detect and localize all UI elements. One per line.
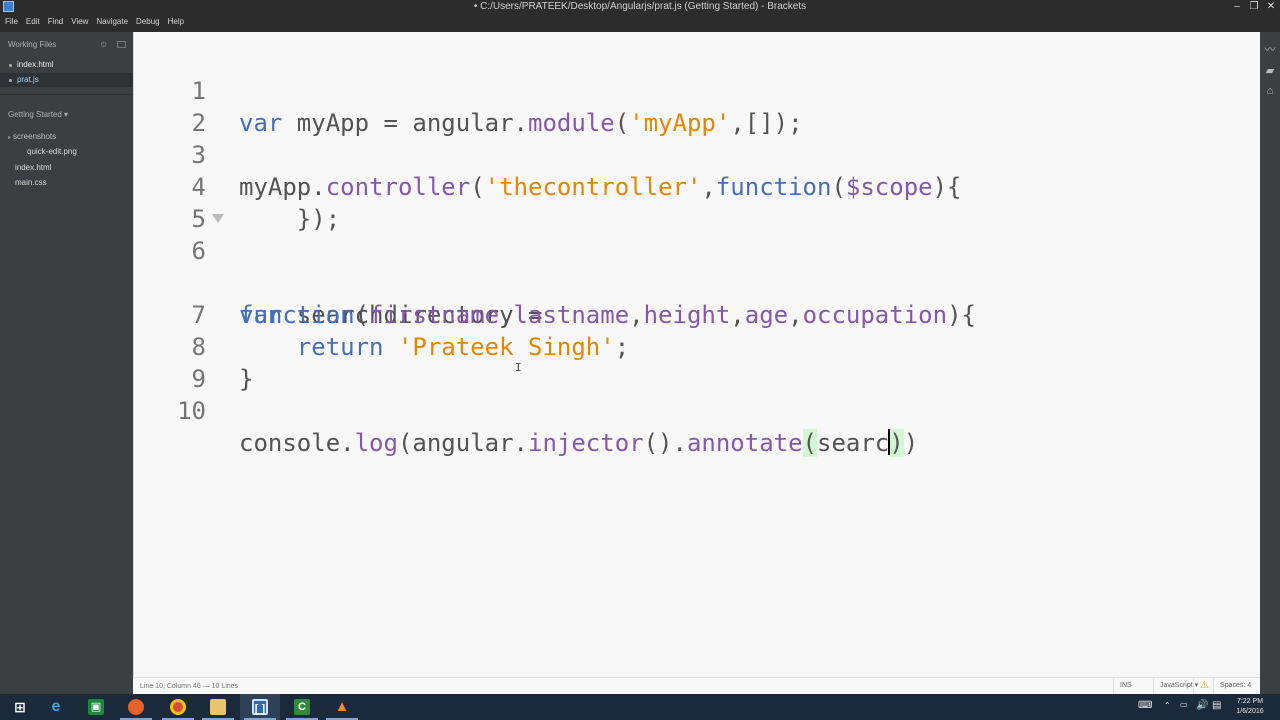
- warning-icon[interactable]: ⚠: [1193, 678, 1215, 694]
- split-view-icon[interactable]: [117, 41, 126, 48]
- tree-file-index[interactable]: index.html: [15, 163, 51, 172]
- cursor-position: Line 10, Column 46: [140, 683, 201, 690]
- file-dot-icon: [9, 79, 12, 82]
- menu-debug[interactable]: Debug: [132, 16, 164, 28]
- code-line: 3 myApp.controller('thecontroller',funct…: [134, 107, 962, 201]
- show-hidden-icons[interactable]: ⌃: [1164, 701, 1171, 720]
- clock-date: 1/6/2016: [1236, 708, 1264, 715]
- network-icon[interactable]: ▭: [1180, 700, 1188, 720]
- right-toolbar: 〰 ▰ ⌂: [1260, 32, 1280, 694]
- chrome-taskbar-button[interactable]: [158, 694, 198, 720]
- minimize-button[interactable]: –: [1228, 0, 1246, 14]
- code-line-wrapped: function(firstname,lastname,height,age,o…: [239, 301, 976, 329]
- tree-folder-screenshots[interactable]: ▸ screenshots: [8, 132, 56, 141]
- volume-icon[interactable]: 🔊: [1196, 700, 1208, 720]
- start-button[interactable]: ⊞: [0, 694, 40, 720]
- status-bar: Line 10, Column 46 — 10 Lines INS JavaSc…: [133, 677, 1260, 694]
- project-title[interactable]: Getting Started ▾: [8, 110, 68, 119]
- fold-arrow-icon[interactable]: [212, 214, 224, 223]
- insert-mode-toggle[interactable]: INS: [1113, 678, 1138, 694]
- sidebar-divider: [0, 94, 133, 95]
- code-line: 8 }: [134, 299, 254, 393]
- maximize-button[interactable]: ❐: [1245, 0, 1263, 14]
- folder-caret-icon: ▸: [8, 135, 12, 141]
- chrome-icon: [170, 699, 186, 715]
- window-title: • C:/Users/PRATEEK/Desktop/Angularjs/pra…: [473, 1, 807, 12]
- code-line: 4 });: [134, 139, 341, 233]
- indent-spaces[interactable]: Spaces: 4: [1213, 678, 1257, 694]
- working-file-item-active[interactable]: prat.js: [0, 73, 133, 87]
- camtasia-icon: C: [294, 699, 310, 715]
- explorer-taskbar-button[interactable]: [198, 694, 238, 720]
- firefox-icon: [128, 699, 144, 715]
- folder-icon: [210, 699, 226, 715]
- taskbar: ⊞ e ▣ [ ] C ▲ ⌨ ⌃ ▭ 🔊 ▤ 7:22 PM 1/6/2016: [0, 694, 1280, 720]
- clock-time: 7:22 PM: [1236, 698, 1264, 705]
- tree-file-main-css[interactable]: main.css: [15, 178, 47, 187]
- brackets-taskbar-button[interactable]: [ ]: [240, 694, 280, 720]
- title-bar: • C:/Users/PRATEEK/Desktop/Angularjs/pra…: [0, 0, 1280, 14]
- sidebar: Working Files ⚙ index.html prat.js Getti…: [0, 32, 133, 694]
- notification-icon[interactable]: ▤: [1212, 700, 1221, 720]
- store-icon: ▣: [88, 699, 104, 715]
- gear-icon[interactable]: ⚙: [100, 41, 108, 49]
- status-separator: —: [200, 683, 212, 690]
- extension-manager-icon[interactable]: ▰: [1264, 65, 1276, 77]
- windows-start-icon: ⊞: [14, 699, 26, 715]
- vlc-taskbar-button[interactable]: ▲: [322, 694, 362, 720]
- extract-icon[interactable]: ⌂: [1264, 85, 1276, 97]
- vlc-icon: ▲: [334, 698, 350, 715]
- menu-bar: File Edit Find View Navigate Debug Help: [0, 14, 1280, 32]
- taskbar-clock[interactable]: 7:22 PM 1/6/2016: [1228, 697, 1272, 717]
- tree-folder-label: screenshots: [13, 132, 57, 141]
- store-taskbar-button[interactable]: ▣: [76, 694, 116, 720]
- working-files-title: Working Files: [8, 40, 57, 49]
- ie-icon: e: [51, 698, 61, 715]
- close-button[interactable]: ✕: [1262, 0, 1280, 14]
- code-line: 10 console.log(angular.injector().annota…: [134, 363, 918, 457]
- menu-help[interactable]: Help: [164, 16, 188, 28]
- menu-navigate[interactable]: Navigate: [92, 16, 132, 28]
- code-editor[interactable]: 1 var myApp = angular.module('myApp',[])…: [133, 32, 1260, 677]
- working-file-label: index.html: [17, 60, 54, 69]
- code-line: 9: [134, 331, 206, 393]
- code-line: 6 var searchdirectory =: [134, 203, 542, 329]
- menu-file[interactable]: File: [1, 16, 22, 28]
- line-number: 10: [177, 397, 206, 425]
- tree-file-quick-edit[interactable]: quick-edit.png: [27, 147, 77, 156]
- ibeam-cursor-icon: I: [515, 361, 522, 374]
- working-file-label: prat.js: [17, 75, 39, 84]
- menu-find[interactable]: Find: [44, 16, 68, 28]
- code-line: 2: [134, 75, 206, 137]
- menu-edit[interactable]: Edit: [22, 16, 44, 28]
- file-dot-icon: [9, 64, 12, 67]
- text-cursor: [888, 429, 891, 455]
- brackets-icon: [ ]: [252, 699, 268, 715]
- live-preview-icon[interactable]: 〰: [1264, 44, 1276, 56]
- keyboard-icon[interactable]: ⌨: [1138, 700, 1152, 720]
- ie-taskbar-button[interactable]: e: [36, 694, 76, 720]
- firefox-taskbar-button[interactable]: [116, 694, 156, 720]
- line-count: 10 Lines: [211, 683, 239, 690]
- code-line: 1 var myApp = angular.module('myApp',[])…: [134, 43, 803, 137]
- menu-view[interactable]: View: [67, 16, 92, 28]
- working-file-item[interactable]: index.html: [0, 58, 133, 72]
- code-line: 7 return 'Prateek Singh';: [134, 267, 630, 361]
- code-line: 5: [134, 171, 206, 233]
- camtasia-taskbar-button[interactable]: C: [282, 694, 322, 720]
